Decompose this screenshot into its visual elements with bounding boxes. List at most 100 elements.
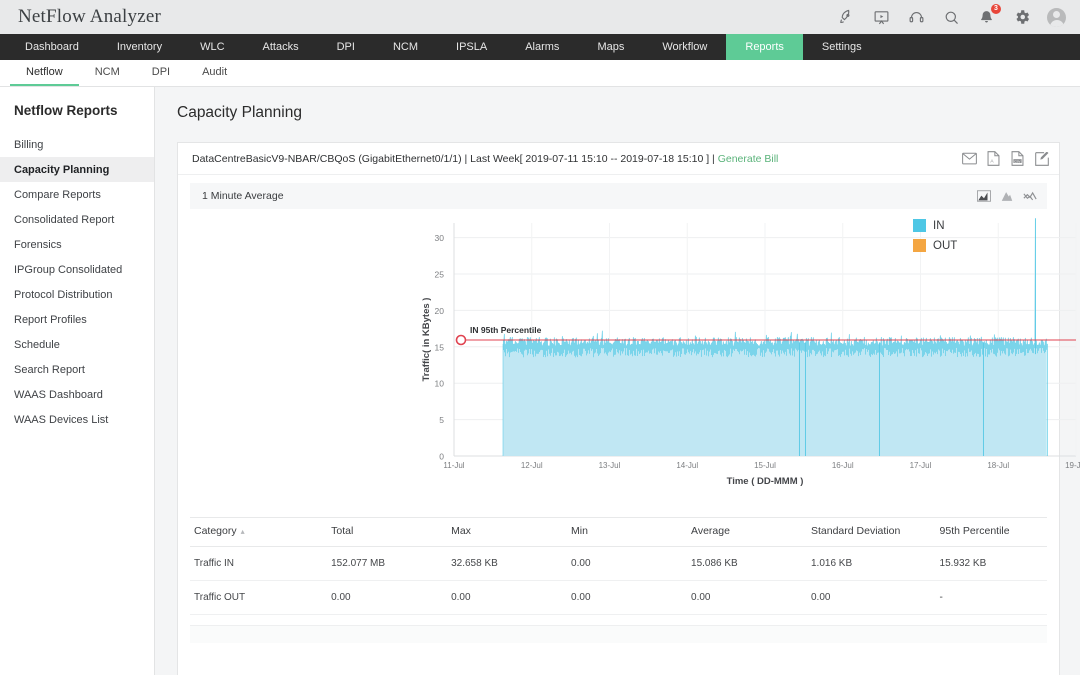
sub-navigation: NetflowNCMDPIAudit <box>0 60 1080 87</box>
cell-category: Traffic OUT <box>190 581 327 615</box>
nav-item-maps[interactable]: Maps <box>578 34 643 60</box>
legend-swatch-in <box>913 219 926 232</box>
statistics-table-wrap: Category▴ Total MaxMinAverage Standard Devi… <box>190 517 1047 615</box>
y-axis-title: Traffic( in KBytes ) <box>421 298 432 382</box>
chart-legend: IN OUT <box>913 219 957 259</box>
nav-item-inventory[interactable]: Inventory <box>98 34 181 60</box>
page-layout: Netflow Reports BillingCapacity Planning… <box>0 87 1080 675</box>
y-tick-label: 10 <box>435 379 445 389</box>
sidebar-item-capacity-planning[interactable]: Capacity Planning <box>0 157 154 182</box>
sidebar-item-protocol-distribution[interactable]: Protocol Distribution <box>0 282 154 307</box>
x-tick-label: 11-Jul <box>443 461 464 470</box>
sidebar-item-compare-reports[interactable]: Compare Reports <box>0 182 154 207</box>
column-header-label: Standard Deviation <box>811 525 900 537</box>
line-chart-icon[interactable] <box>1023 190 1037 202</box>
table-body: Traffic IN152.077 MB32.658 KB0.0015.086 … <box>190 547 1047 615</box>
mountain-chart-icon[interactable] <box>1000 190 1014 202</box>
email-report-icon[interactable] <box>962 151 977 166</box>
avatar[interactable] <box>1047 8 1066 27</box>
table-header-row: Category▴ Total MaxMinAverage Standard Devi… <box>190 518 1047 547</box>
y-tick-label: 20 <box>435 306 445 316</box>
legend-label-out: OUT <box>933 240 957 252</box>
content-area: Capacity Planning DataCentreBasicV9-NBAR… <box>155 87 1080 675</box>
in-95th-percentile-label: IN 95th Percentile <box>470 325 542 335</box>
rocket-icon[interactable] <box>837 8 856 27</box>
x-tick-label: 13-Jul <box>599 461 621 470</box>
cell-total: 0.00 <box>327 581 447 615</box>
x-axis-title: Time ( DD-MMM ) <box>727 476 804 487</box>
gear-icon[interactable] <box>1012 8 1031 27</box>
in-95th-percentile-marker <box>457 335 466 344</box>
subnav-item-dpi[interactable]: DPI <box>136 60 186 86</box>
nav-item-workflow[interactable]: Workflow <box>643 34 726 60</box>
cell-average: 15.086 KB <box>687 547 807 581</box>
nav-item-dpi[interactable]: DPI <box>318 34 374 60</box>
legend-item-in[interactable]: IN <box>913 219 957 232</box>
sidebar-item-search-report[interactable]: Search Report <box>0 357 154 382</box>
nav-item-settings[interactable]: Settings <box>803 34 881 60</box>
subnav-item-audit[interactable]: Audit <box>186 60 243 86</box>
table-row[interactable]: Traffic IN152.077 MB32.658 KB0.0015.086 … <box>190 547 1047 581</box>
notification-badge: 3 <box>991 4 1001 14</box>
subnav-item-ncm[interactable]: NCM <box>79 60 136 86</box>
series-in-area <box>503 218 1046 456</box>
x-tick-label: 18-Jul <box>987 461 1009 470</box>
column-header-min[interactable]: Min <box>567 518 687 547</box>
pdf-export-icon[interactable]: A <box>986 151 1001 166</box>
edit-report-icon[interactable] <box>1034 151 1049 166</box>
sidebar-item-list: BillingCapacity PlanningCompare ReportsC… <box>0 132 154 432</box>
column-header-category[interactable]: Category▴ <box>190 518 327 547</box>
column-header-standard-deviation[interactable]: Standard Deviation <box>807 518 936 547</box>
sidebar-item-waas-dashboard[interactable]: WAAS Dashboard <box>0 382 154 407</box>
subnav-item-netflow[interactable]: Netflow <box>10 60 79 86</box>
x-tick-label: 15-Jul <box>754 461 776 470</box>
legend-label-in: IN <box>933 220 945 232</box>
search-icon[interactable] <box>942 8 961 27</box>
nav-item-wlc[interactable]: WLC <box>181 34 243 60</box>
table-head: Category▴ Total MaxMinAverage Standard Devi… <box>190 518 1047 547</box>
headset-icon[interactable] <box>907 8 926 27</box>
generate-bill-link[interactable]: Generate Bill <box>718 153 779 165</box>
legend-item-out[interactable]: OUT <box>913 239 957 252</box>
nav-item-ncm[interactable]: NCM <box>374 34 437 60</box>
sidebar-item-report-profiles[interactable]: Report Profiles <box>0 307 154 332</box>
nav-item-alarms[interactable]: Alarms <box>506 34 578 60</box>
presentation-icon[interactable] <box>872 8 891 27</box>
report-descriptor-text: DataCentreBasicV9-NBAR/CBQoS (GigabitEth… <box>192 153 718 165</box>
bell-icon[interactable]: 3 <box>977 8 996 27</box>
cell-min: 0.00 <box>567 547 687 581</box>
column-header-average[interactable]: Average <box>687 518 807 547</box>
sort-ascending-icon[interactable]: ▴ <box>241 527 245 536</box>
area-chart-icon[interactable] <box>977 190 991 202</box>
table-row[interactable]: Traffic OUT0.000.000.000.000.00- <box>190 581 1047 615</box>
csv-export-icon[interactable]: CSV <box>1010 151 1025 166</box>
svg-text:CSV: CSV <box>1014 159 1021 163</box>
column-header-max[interactable]: Max <box>447 518 567 547</box>
sidebar-item-schedule[interactable]: Schedule <box>0 332 154 357</box>
sidebar-item-consolidated-report[interactable]: Consolidated Report <box>0 207 154 232</box>
y-tick-label: 5 <box>439 415 444 425</box>
sidebar-item-waas-devices-list[interactable]: WAAS Devices List <box>0 407 154 432</box>
column-header-label: 95th Percentile <box>940 525 1010 537</box>
nav-item-attacks[interactable]: Attacks <box>244 34 318 60</box>
traffic-chart: 05101520253011-Jul12-Jul13-Jul14-Jul15-J… <box>178 213 1059 503</box>
average-interval-bar: 1 Minute Average <box>190 183 1047 209</box>
y-tick-label: 0 <box>439 452 444 462</box>
report-descriptor: DataCentreBasicV9-NBAR/CBQoS (GigabitEth… <box>192 153 778 165</box>
column-header-95th-percentile[interactable]: 95th Percentile <box>936 518 1047 547</box>
chart-type-group <box>977 190 1037 202</box>
nav-item-dashboard[interactable]: Dashboard <box>6 34 98 60</box>
column-header-label: Total <box>331 525 353 537</box>
sidebar-item-ipgroup-consolidated[interactable]: IPGroup Consolidated <box>0 257 154 282</box>
sidebar-item-forensics[interactable]: Forensics <box>0 232 154 257</box>
nav-item-ipsla[interactable]: IPSLA <box>437 34 506 60</box>
header-icon-group: 3 <box>837 8 1066 27</box>
nav-item-reports[interactable]: Reports <box>726 34 803 60</box>
sidebar: Netflow Reports BillingCapacity Planning… <box>0 87 155 675</box>
y-tick-label: 15 <box>435 342 445 352</box>
sidebar-item-billing[interactable]: Billing <box>0 132 154 157</box>
report-header-bar: DataCentreBasicV9-NBAR/CBQoS (GigabitEth… <box>178 143 1059 175</box>
y-tick-label: 30 <box>435 233 445 243</box>
column-header-total[interactable]: Total <box>327 518 447 547</box>
app-title: NetFlow Analyzer <box>18 6 161 28</box>
